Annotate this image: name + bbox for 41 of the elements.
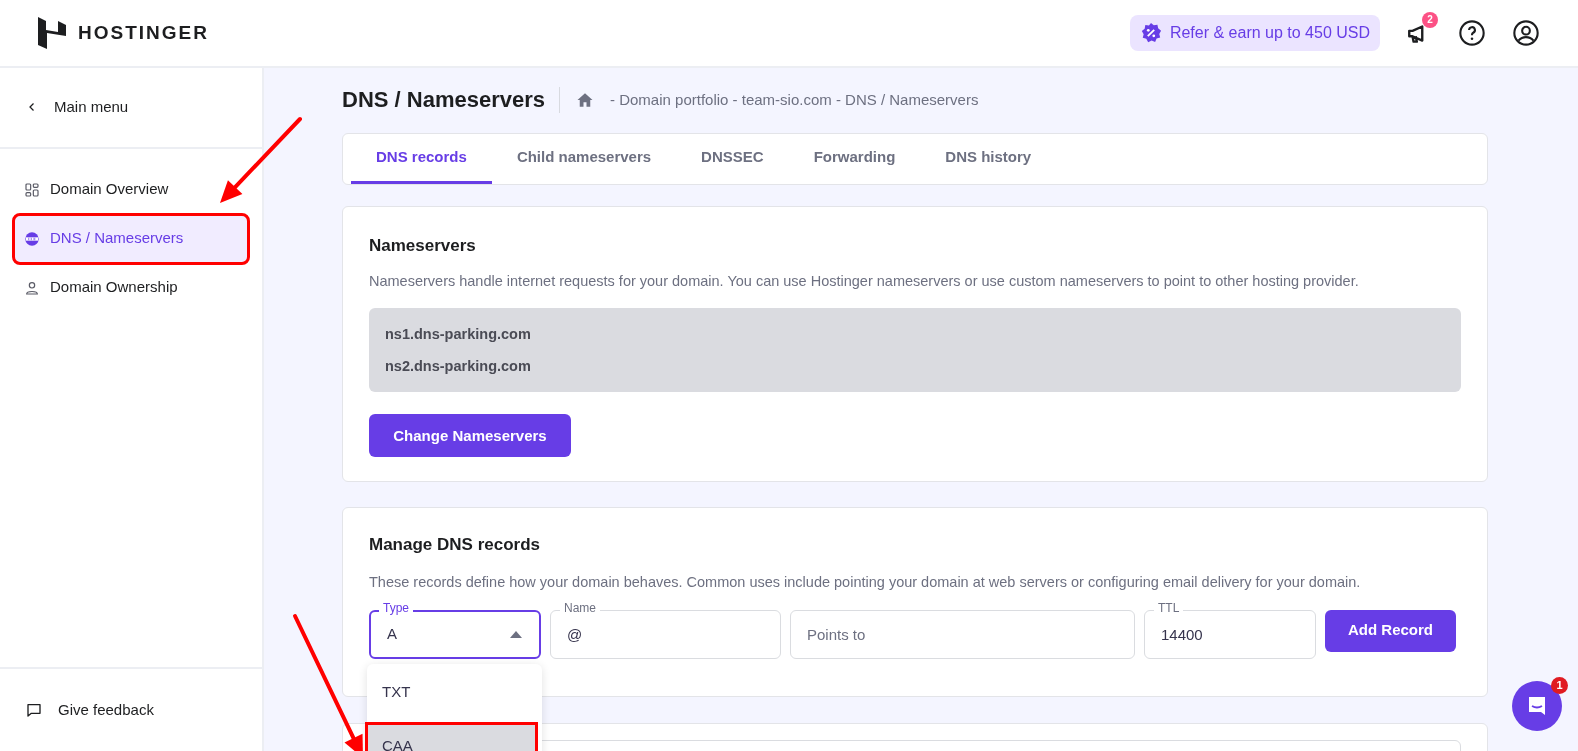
globe-icon — [24, 230, 40, 247]
field-label: TTL — [1154, 600, 1184, 615]
card-description: These records define how your domain behaves. Common uses include pointing your domain at web servers or configuring email delivery for your domain. — [369, 572, 1362, 592]
help-icon — [1458, 19, 1486, 47]
nameserver-text: ns2.dns-parking.com — [385, 357, 532, 377]
nameserver-text: ns1.dns-parking.com — [385, 325, 532, 345]
tab[interactable]: DNSSEC — [676, 134, 789, 184]
card-title: Manage DNS records — [369, 534, 541, 557]
main-menu-link[interactable]: Main menu — [26, 96, 236, 119]
field-label: Name — [560, 600, 600, 615]
dropdown-option[interactable]: TXT — [367, 669, 536, 716]
discount-badge-icon — [1139, 22, 1162, 44]
logo-icon — [38, 17, 66, 49]
add-record-button[interactable]: Add Record — [1325, 609, 1456, 652]
notification-count: 2 — [1422, 12, 1438, 28]
page-title: DNS / Nameservers — [342, 86, 560, 114]
chat-unread-count: 1 — [1551, 677, 1568, 694]
points-to-field[interactable]: Points to — [790, 609, 1135, 659]
home-icon — [576, 91, 594, 109]
logo-text: HOSTINGER — [78, 20, 209, 45]
sidebar-item[interactable]: Domain Overview — [14, 165, 248, 214]
card-title: Nameservers — [369, 235, 477, 257]
change-nameservers-button[interactable]: Change Nameservers — [369, 414, 571, 458]
help-button[interactable] — [1458, 19, 1486, 47]
tab[interactable]: Child nameservers — [491, 134, 677, 184]
person-icon — [24, 279, 40, 296]
card-description: Nameservers handle internet requests for your domain. You can use Hostinger nameservers or use custom nameservers to point to other hosting provider. — [369, 271, 1360, 291]
tab[interactable]: Forwarding — [788, 134, 921, 184]
chat-button[interactable] — [1512, 681, 1562, 731]
referral-button[interactable]: Refer & earn up to 450 USD — [1129, 15, 1380, 51]
caret-icon — [509, 629, 523, 639]
user-icon — [1512, 19, 1540, 47]
account-button[interactable] — [1512, 19, 1540, 47]
sidebar-item[interactable]: Domain Ownership — [14, 263, 248, 312]
field-label: Type — [379, 600, 413, 615]
grid-icon — [24, 181, 40, 198]
tab[interactable]: DNS history — [920, 134, 1057, 184]
feedback-link[interactable]: Give feedback — [26, 698, 236, 721]
tab[interactable]: DNS records — [351, 134, 492, 184]
breadcrumb-text: - Domain portfolio - team-sio.com - DNS / Nameservers — [610, 89, 979, 110]
speech-bubble-icon — [26, 701, 42, 718]
